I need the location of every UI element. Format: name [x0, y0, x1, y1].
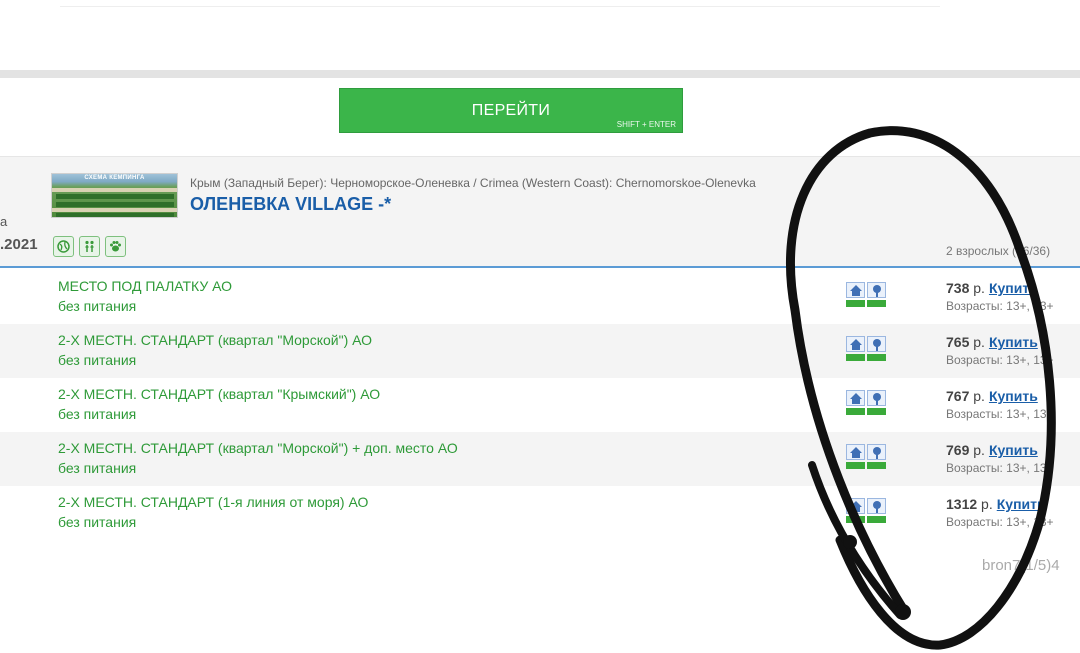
room-meal: без питания	[58, 460, 137, 476]
house-icon[interactable]	[846, 390, 865, 406]
section-divider	[0, 70, 1080, 78]
room-amenity-icons	[846, 498, 887, 524]
room-price: 738	[946, 280, 970, 296]
room-amenity-icons	[846, 390, 887, 416]
room-row: 2-Х МЕСТН. СТАНДАРТ (квартал "Морской") …	[0, 324, 1080, 378]
availability-bar	[867, 408, 886, 415]
room-amenity-icons	[846, 282, 887, 308]
room-name[interactable]: МЕСТО ПОД ПАЛАТКУ АО	[58, 278, 232, 294]
room-meal: без питания	[58, 514, 137, 530]
hotel-name-link[interactable]: ОЛЕНЕВКА VILLAGE -*	[190, 194, 391, 215]
room-ages: Возрасты: 13+, 13+	[946, 299, 1054, 313]
thumbnail-row	[56, 202, 174, 207]
left-partial-date: .2021	[0, 236, 38, 253]
house-icon[interactable]	[846, 282, 865, 298]
thumbnail-row	[56, 194, 174, 199]
thumbnail-row	[56, 213, 174, 217]
room-meal: без питания	[58, 352, 137, 368]
paw-icon[interactable]	[105, 236, 126, 257]
availability-bar	[867, 462, 886, 469]
room-ages: Возрасты: 13+, 13+	[946, 515, 1054, 529]
availability-bar	[867, 300, 886, 307]
tree-icon[interactable]	[867, 498, 886, 514]
currency-label: р.	[981, 496, 993, 512]
room-name[interactable]: 2-Х МЕСТН. СТАНДАРТ (квартал "Морской") …	[58, 440, 458, 456]
price-line: 765 р. Купить	[946, 334, 1038, 350]
room-ages: Возрасты: 13+, 13+	[946, 407, 1054, 421]
room-ages: Возрасты: 13+, 13+	[946, 353, 1054, 367]
buy-link[interactable]: Купить	[989, 280, 1038, 296]
footer-code: bron7(1/5)4	[982, 557, 1060, 574]
price-line: 767 р. Купить	[946, 388, 1038, 404]
occupancy-info: 2 взрослых (36/36)	[946, 244, 1051, 258]
room-price: 769	[946, 442, 970, 458]
room-meal: без питания	[58, 298, 137, 314]
price-line: 1312 р. Купить	[946, 496, 1046, 512]
room-price: 765	[946, 334, 970, 350]
hotel-header-underline	[0, 266, 1080, 268]
availability-bar	[846, 408, 865, 415]
hotel-thumbnail[interactable]: СХЕМА КЕМПИНГА	[51, 173, 178, 218]
currency-label: р.	[973, 442, 985, 458]
tree-icon[interactable]	[867, 390, 886, 406]
price-line: 769 р. Купить	[946, 442, 1038, 458]
house-icon[interactable]	[846, 336, 865, 352]
buy-link[interactable]: Купить	[989, 388, 1038, 404]
availability-bar	[846, 300, 865, 307]
room-ages: Возрасты: 13+, 13+	[946, 461, 1054, 475]
globe-icon[interactable]	[53, 236, 74, 257]
left-partial-label: а	[0, 214, 8, 229]
availability-bar	[846, 462, 865, 469]
availability-bar	[867, 516, 886, 523]
hotel-location: Крым (Западный Берег): Черноморское-Олен…	[190, 176, 756, 190]
go-button[interactable]: ПЕРЕЙТИ SHIFT + ENTER	[339, 88, 683, 133]
availability-bar	[846, 354, 865, 361]
room-amenity-icons	[846, 336, 887, 362]
go-button-label: ПЕРЕЙТИ	[471, 102, 551, 119]
buy-link[interactable]: Купить	[989, 334, 1038, 350]
house-icon[interactable]	[846, 444, 865, 460]
room-price: 767	[946, 388, 970, 404]
room-name[interactable]: 2-Х МЕСТН. СТАНДАРТ (квартал "Морской") …	[58, 332, 372, 348]
thumbnail-road	[52, 208, 177, 212]
buy-link[interactable]: Купить	[989, 442, 1038, 458]
room-meal: без питания	[58, 406, 137, 422]
room-name[interactable]: 2-Х МЕСТН. СТАНДАРТ (квартал "Крымский")…	[58, 386, 380, 402]
currency-label: р.	[973, 388, 985, 404]
house-icon[interactable]	[846, 498, 865, 514]
availability-bar	[846, 516, 865, 523]
people-icon[interactable]	[79, 236, 100, 257]
room-name[interactable]: 2-Х МЕСТН. СТАНДАРТ (1-я линия от моря) …	[58, 494, 368, 510]
room-row: 2-Х МЕСТН. СТАНДАРТ (1-я линия от моря) …	[0, 486, 1080, 540]
top-faint-edge	[60, 0, 940, 7]
thumbnail-road	[52, 188, 177, 192]
room-row: МЕСТО ПОД ПАЛАТКУ АО без питания 738 р. Куп…	[0, 270, 1080, 324]
currency-label: р.	[973, 280, 985, 296]
price-line: 738 р. Купить	[946, 280, 1038, 296]
room-price: 1312	[946, 496, 978, 512]
room-row: 2-Х МЕСТН. СТАНДАРТ (квартал "Крымский")…	[0, 378, 1080, 432]
tree-icon[interactable]	[867, 282, 886, 298]
availability-bar	[867, 354, 886, 361]
top-blank-area	[0, 0, 1080, 70]
tree-icon[interactable]	[867, 336, 886, 352]
currency-label: р.	[973, 334, 985, 350]
room-amenity-icons	[846, 444, 887, 470]
room-row: 2-Х МЕСТН. СТАНДАРТ (квартал "Морской") …	[0, 432, 1080, 486]
buy-link[interactable]: Купить	[997, 496, 1046, 512]
tree-icon[interactable]	[867, 444, 886, 460]
go-button-shortcut: SHIFT + ENTER	[616, 120, 676, 129]
thumbnail-caption: СХЕМА КЕМПИНГА	[84, 175, 145, 181]
